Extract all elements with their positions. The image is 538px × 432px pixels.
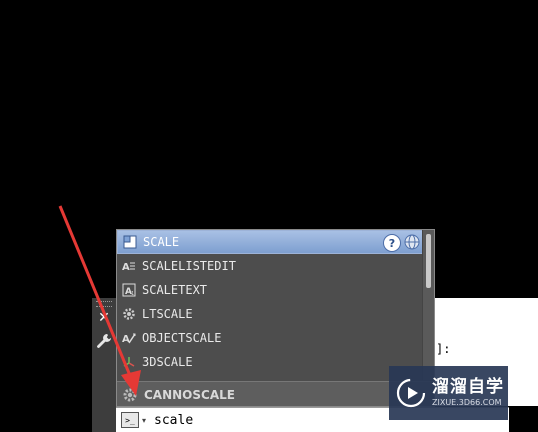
scale-text-icon: A1 (121, 282, 137, 298)
system-variable-row[interactable]: CANNOSCALE (117, 381, 434, 406)
suggestion-label: SCALETEXT (142, 283, 208, 297)
svg-text:A: A (122, 334, 130, 345)
play-logo-icon (396, 378, 426, 408)
svg-text:A: A (122, 262, 130, 273)
suggestion-label: SCALE (143, 235, 180, 249)
scale-list-edit-icon: A (121, 258, 137, 274)
gear-icon (121, 306, 137, 322)
object-scale-icon: A (121, 330, 137, 346)
autocomplete-popup: SCALE ? A SCALELISTEDIT A1 SCALETEXT LTS… (116, 229, 435, 407)
watermark-title: 溜溜自学 (432, 377, 504, 397)
suggestion-label: OBJECTSCALE (142, 331, 222, 345)
scale-command-icon (122, 234, 138, 250)
suggestion-objectscale[interactable]: A OBJECTSCALE (117, 326, 423, 350)
wrench-icon[interactable] (95, 332, 113, 350)
suggestion-label: SCALELISTEDIT (142, 259, 236, 273)
chevron-down-icon[interactable]: ▾ (142, 416, 146, 425)
watermark-subtitle: ZIXUE.3D66.COM (432, 398, 502, 407)
close-icon[interactable]: ✕ (97, 310, 111, 326)
scrollbar-thumb[interactable] (426, 234, 431, 288)
command-prompt-icon[interactable]: >_ (121, 412, 139, 428)
watermark: 溜溜自学 ZIXUE.3D66.COM (389, 366, 508, 420)
svg-text:1: 1 (131, 291, 134, 297)
drag-grip-handle[interactable] (96, 301, 112, 307)
gear-icon (122, 387, 138, 403)
3d-scale-icon (121, 354, 137, 370)
suggestion-scalelistedit[interactable]: A SCALELISTEDIT (117, 254, 423, 278)
suggestion-label: LTSCALE (142, 307, 193, 321)
suggestion-ltscale[interactable]: LTSCALE (117, 302, 423, 326)
suggestion-scale[interactable]: SCALE ? (117, 230, 423, 254)
globe-search-icon[interactable] (404, 234, 420, 250)
command-history-fragment: ]: (436, 342, 451, 356)
command-input[interactable] (154, 412, 355, 428)
help-icon[interactable]: ? (383, 234, 401, 252)
command-line-dock: ✕ (92, 298, 117, 432)
suggestion-label: 3DSCALE (142, 355, 193, 369)
suggestion-scaletext[interactable]: A1 SCALETEXT (117, 278, 423, 302)
suggestion-3dscale[interactable]: 3DSCALE (117, 350, 423, 374)
popup-scrollbar[interactable] (422, 230, 434, 380)
system-variable-label: CANNOSCALE (144, 388, 235, 402)
